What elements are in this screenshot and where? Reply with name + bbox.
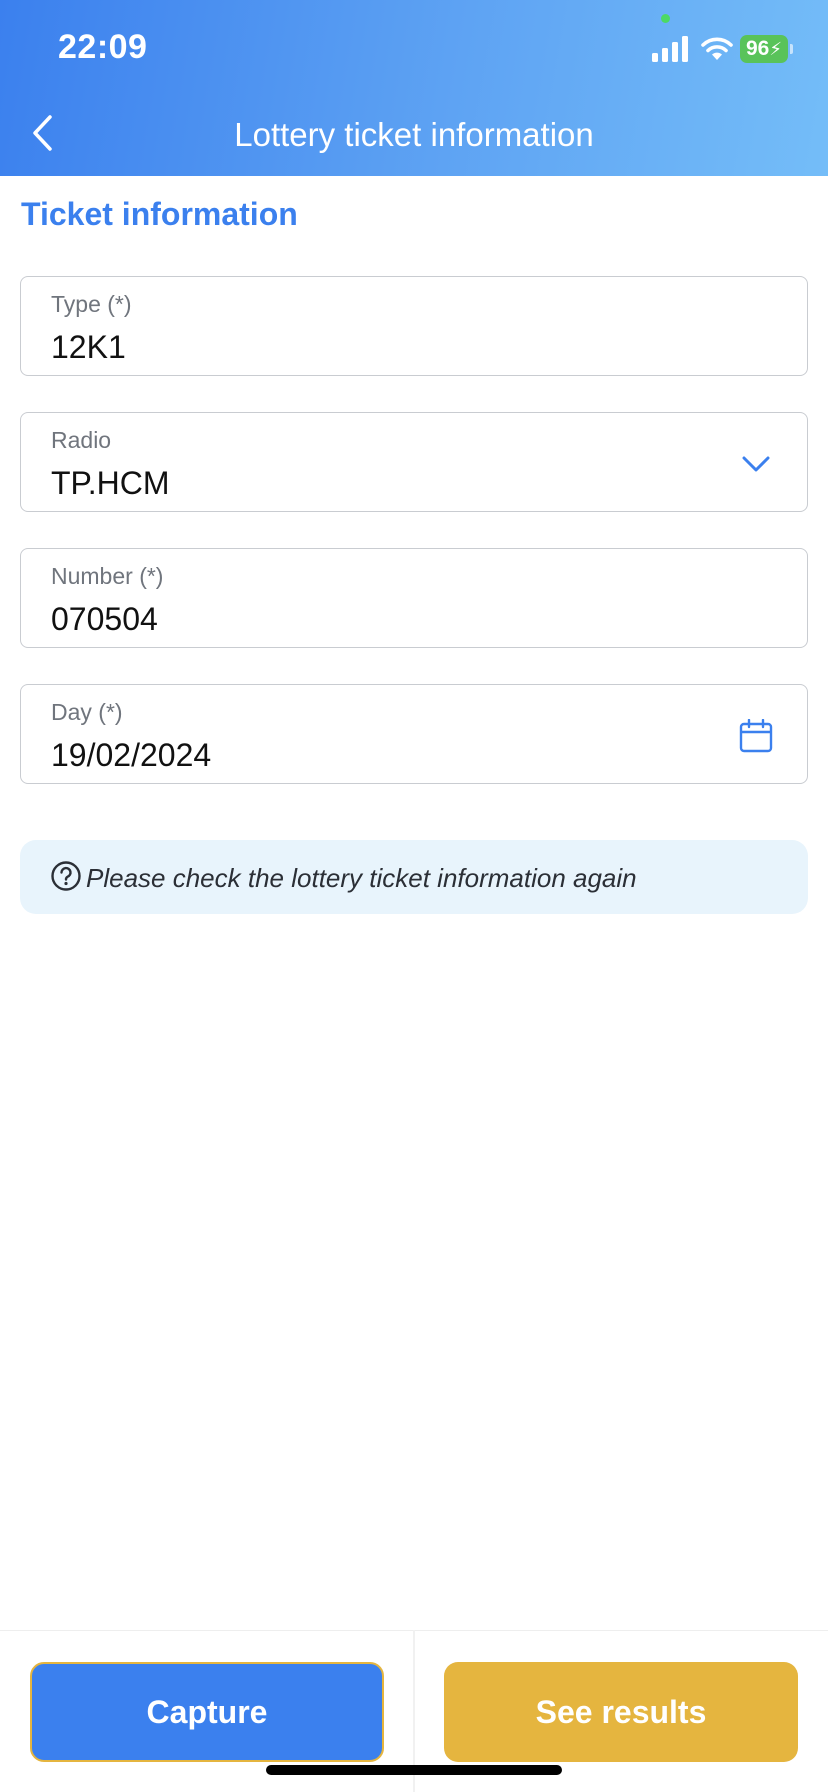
day-field[interactable]: Day (*) 19/02/2024	[20, 684, 808, 784]
battery-nub	[790, 44, 793, 54]
page-title: Lottery ticket information	[234, 116, 594, 153]
privacy-indicator-dot	[661, 14, 670, 23]
see-results-button[interactable]: See results	[444, 1662, 798, 1762]
radio-select-value: TP.HCM	[51, 465, 170, 501]
battery-level: 96	[746, 37, 770, 60]
type-field-label: Type (*)	[51, 291, 132, 317]
battery-charging-icon: 96⚡	[740, 35, 788, 63]
number-field[interactable]: Number (*) 070504	[20, 548, 808, 648]
number-field-value[interactable]: 070504	[51, 601, 158, 638]
radio-select-label: Radio	[51, 427, 112, 453]
status-time: 22:09	[58, 28, 148, 66]
notice-text: Please check the lottery ticket informat…	[86, 863, 637, 893]
section-title: Ticket information	[21, 196, 298, 232]
number-field-label: Number (*)	[51, 563, 164, 589]
type-field-value[interactable]: 12K1	[51, 329, 126, 366]
app-header: 22:09 96⚡ Lottery ticket information	[0, 0, 828, 176]
day-field-value[interactable]: 19/02/2024	[51, 737, 211, 774]
capture-button[interactable]: Capture	[30, 1662, 384, 1762]
radio-select[interactable]: Radio TP.HCM	[20, 412, 808, 512]
day-field-label: Day (*)	[51, 699, 123, 725]
wifi-icon	[701, 37, 733, 60]
question-circle-icon	[51, 861, 81, 891]
signal-icon	[652, 36, 688, 62]
home-indicator	[266, 1765, 562, 1775]
chevron-down-icon[interactable]	[739, 447, 773, 481]
type-field[interactable]: Type (*) 12K1	[20, 276, 808, 376]
info-notice: Please check the lottery ticket informat…	[20, 840, 808, 914]
calendar-icon[interactable]	[739, 719, 773, 753]
